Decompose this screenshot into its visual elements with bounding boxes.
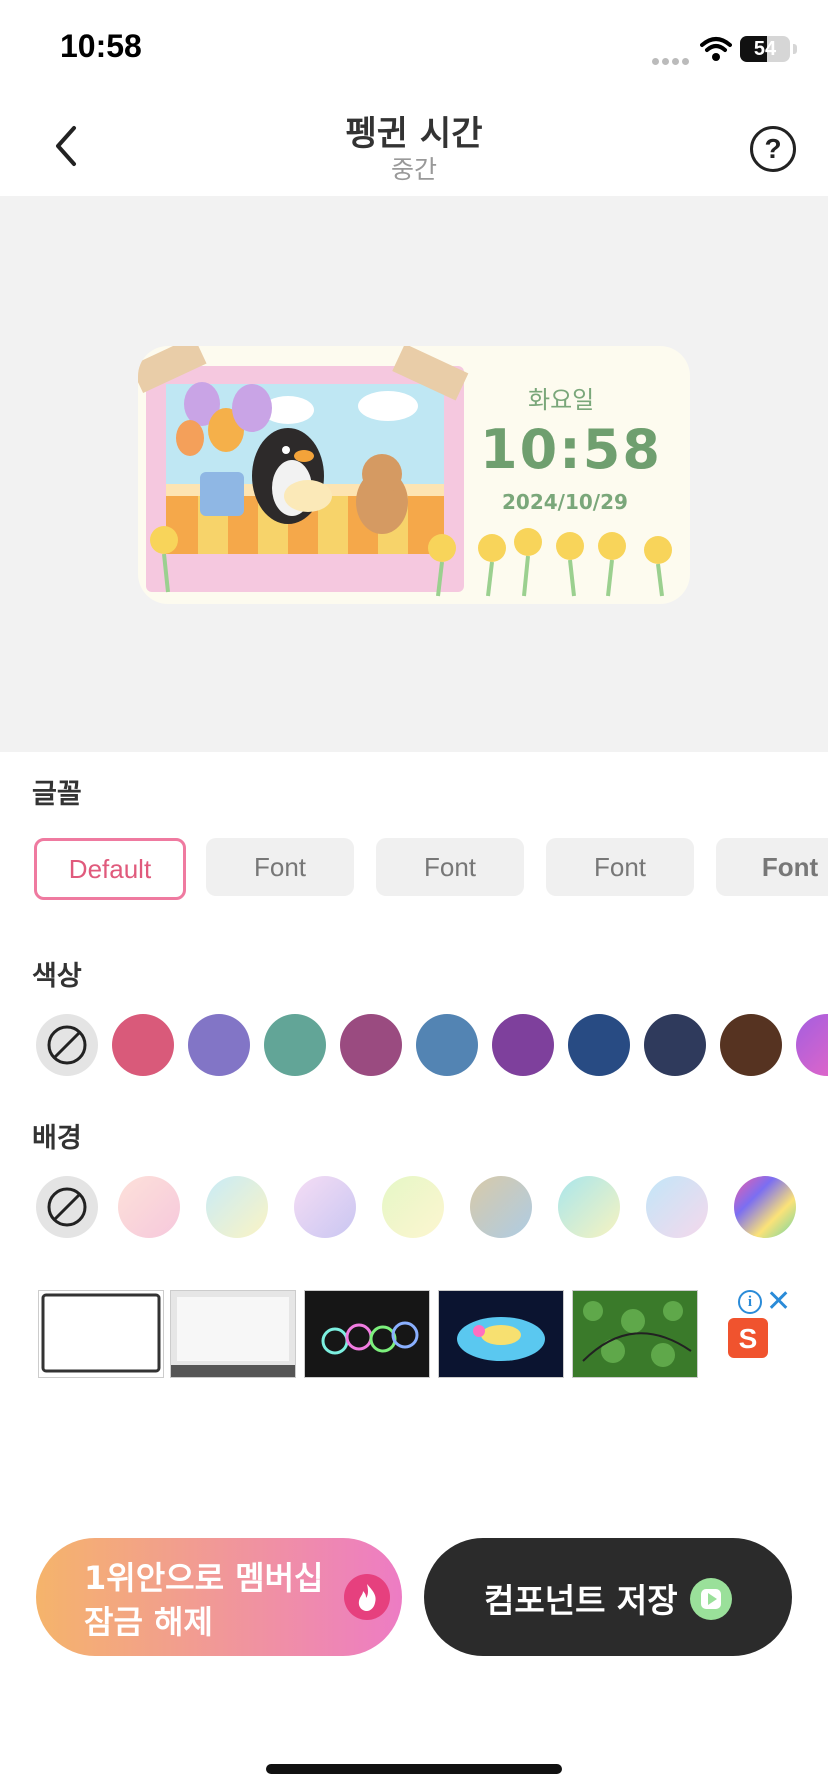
font-option-default[interactable]: Default (34, 838, 186, 900)
background-swatch[interactable] (470, 1176, 532, 1238)
background-swatch[interactable] (646, 1176, 708, 1238)
color-swatch[interactable] (112, 1014, 174, 1076)
color-swatch[interactable] (188, 1014, 250, 1076)
fire-icon (344, 1574, 390, 1620)
background-swatch[interactable] (118, 1176, 180, 1238)
color-swatch[interactable] (264, 1014, 326, 1076)
ad-product-image[interactable] (38, 1290, 164, 1378)
battery-level: 54 (753, 38, 777, 60)
battery-icon: 54 (740, 36, 790, 62)
page-title: 펭귄 시간 (345, 114, 483, 154)
cellular-signal-icon (652, 50, 692, 69)
no-background-swatch[interactable] (36, 1176, 98, 1238)
ad-product-image[interactable] (170, 1290, 296, 1378)
home-indicator (266, 1764, 562, 1774)
unlock-membership-label: 1위안으로 멤버십 잠금 해제 (84, 1556, 344, 1644)
font-option[interactable]: Font (206, 838, 354, 896)
none-icon (47, 1187, 87, 1227)
background-swatch[interactable] (382, 1176, 444, 1238)
color-swatch[interactable] (340, 1014, 402, 1076)
save-component-label: 컴포넌트 저장 (484, 1581, 678, 1620)
ad-product-image[interactable] (304, 1290, 430, 1378)
wifi-icon (700, 36, 732, 66)
color-section-label: 색상 (32, 961, 82, 992)
membership-label-line2: 잠금 해제 (84, 1603, 213, 1641)
background-swatch[interactable] (294, 1176, 356, 1238)
none-icon (47, 1025, 87, 1065)
font-option[interactable]: Font (716, 838, 828, 896)
membership-label-line1: 1위안으로 멤버십 (84, 1559, 324, 1597)
shopee-logo-icon[interactable]: S (728, 1318, 768, 1358)
color-swatch[interactable] (644, 1014, 706, 1076)
background-swatch[interactable] (558, 1176, 620, 1238)
color-swatch[interactable] (796, 1014, 828, 1076)
background-swatch[interactable] (206, 1176, 268, 1238)
ad-close-icon[interactable]: ✕ (766, 1284, 791, 1319)
ad-product-image[interactable] (438, 1290, 564, 1378)
color-swatch[interactable] (416, 1014, 478, 1076)
font-option[interactable]: Font (376, 838, 524, 896)
widget-day: 화요일 (528, 386, 595, 414)
ad-product-image[interactable] (572, 1290, 698, 1378)
status-time: 10:58 (60, 28, 142, 64)
page-subtitle: 중간 (390, 155, 437, 184)
color-swatch[interactable] (492, 1014, 554, 1076)
help-button[interactable]: ? (750, 126, 796, 172)
color-swatch[interactable] (720, 1014, 782, 1076)
video-ad-play-icon (690, 1578, 732, 1620)
battery-cap (793, 44, 797, 54)
widget-date: 2024/10/29 (502, 490, 628, 514)
background-section-label: 배경 (32, 1123, 82, 1154)
color-swatch[interactable] (568, 1014, 630, 1076)
no-color-swatch[interactable] (36, 1014, 98, 1076)
font-option[interactable]: Font (546, 838, 694, 896)
font-section-label: 글꼴 (32, 779, 82, 810)
ad-info-icon[interactable]: i (738, 1290, 762, 1314)
background-swatch[interactable] (734, 1176, 796, 1238)
widget-time: 10:58 (480, 418, 662, 481)
